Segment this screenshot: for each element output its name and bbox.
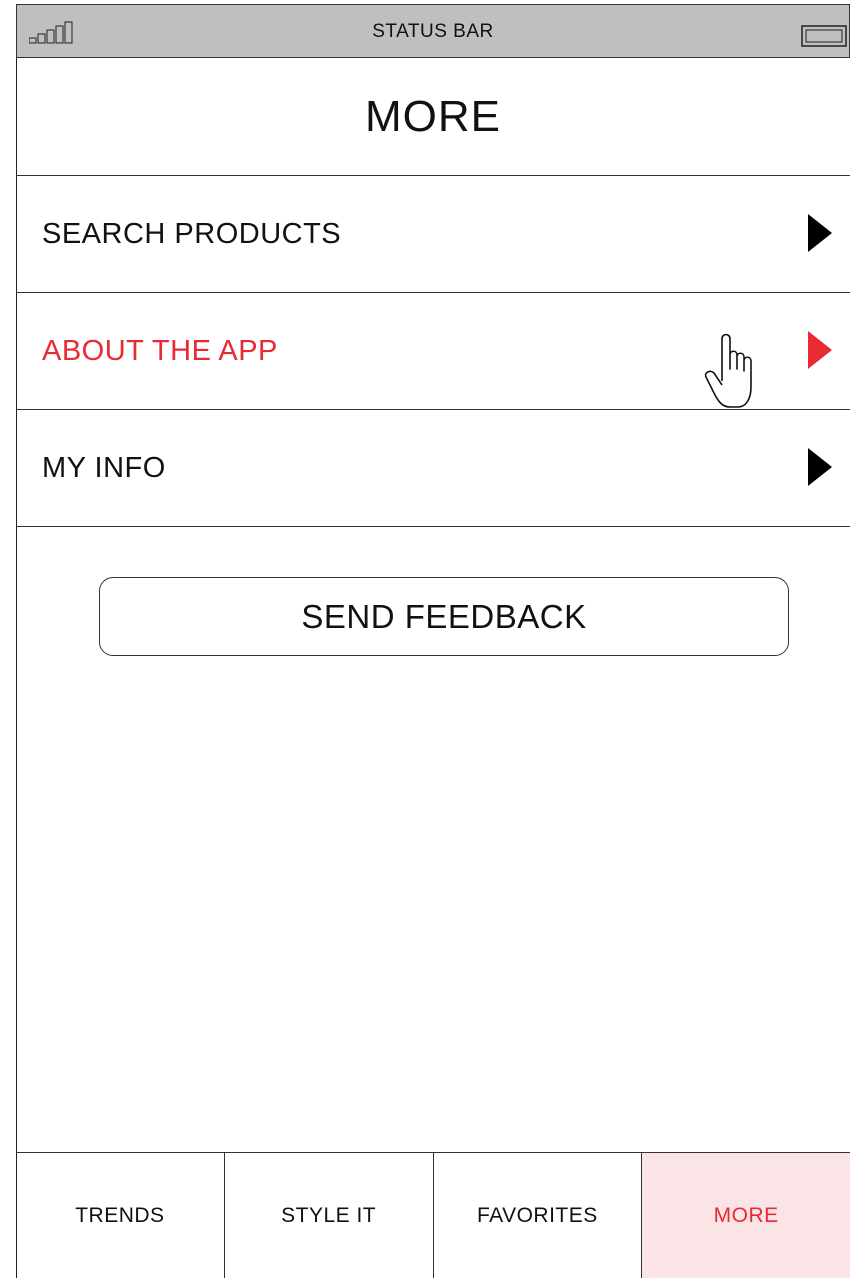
send-feedback-button[interactable]: SEND FEEDBACK <box>99 577 789 656</box>
menu-item-label: MY INFO <box>42 452 166 484</box>
battery-icon <box>801 25 847 47</box>
page-header: MORE <box>16 58 850 176</box>
tab-style-it[interactable]: STYLE IT <box>225 1153 434 1278</box>
tab-trends[interactable]: TRENDS <box>16 1153 225 1278</box>
chevron-right-icon <box>808 214 832 252</box>
menu-item-about-the-app[interactable]: ABOUT THE APP <box>16 293 850 410</box>
bottom-tab-bar: TRENDS STYLE IT FAVORITES MORE <box>16 1152 850 1278</box>
hand-pointer-icon <box>704 333 752 408</box>
chevron-right-icon <box>808 448 832 486</box>
page-title: MORE <box>365 92 501 141</box>
menu-item-label: ABOUT THE APP <box>42 335 278 367</box>
status-bar-title: STATUS BAR <box>372 21 494 42</box>
status-bar: STATUS BAR <box>16 4 850 58</box>
tab-more[interactable]: MORE <box>642 1153 850 1278</box>
chevron-right-icon <box>808 331 832 369</box>
tab-favorites[interactable]: FAVORITES <box>434 1153 643 1278</box>
menu-item-label: SEARCH PRODUCTS <box>42 218 342 250</box>
menu-item-my-info[interactable]: MY INFO <box>16 410 850 527</box>
menu-item-search-products[interactable]: SEARCH PRODUCTS <box>16 176 850 293</box>
